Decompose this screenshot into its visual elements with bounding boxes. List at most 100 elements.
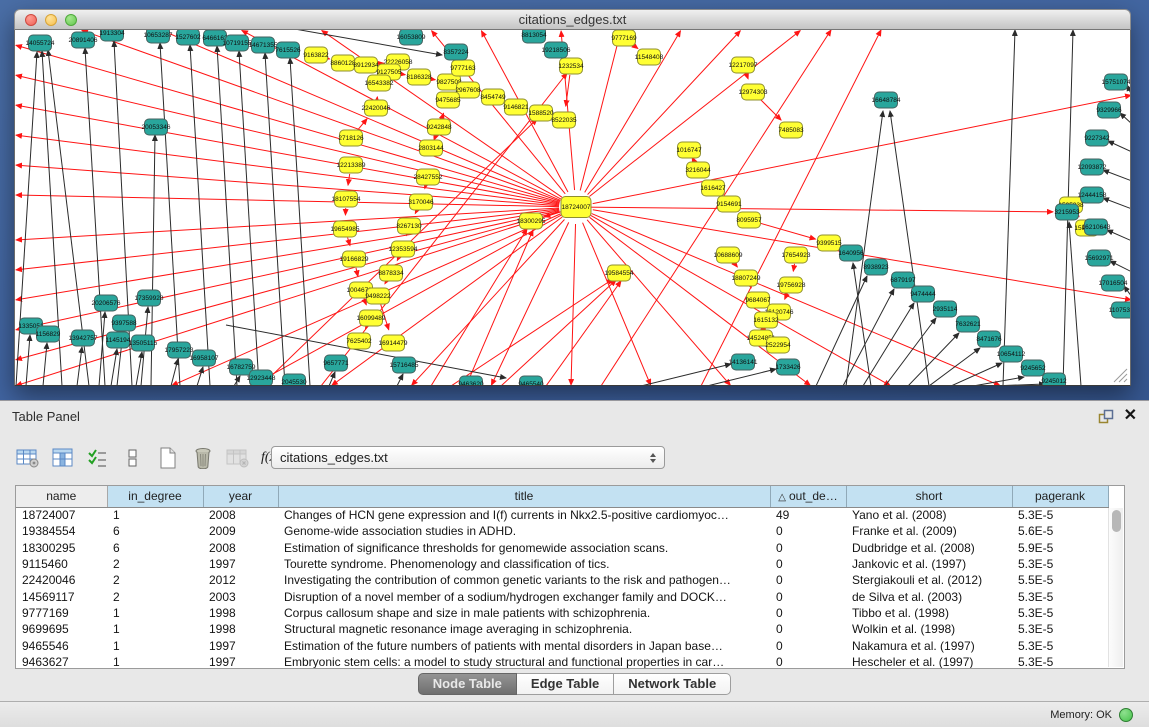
graph-node[interactable]: 1913304 bbox=[99, 30, 125, 41]
graph-node[interactable]: 8471676 bbox=[976, 331, 1002, 347]
trash-icon[interactable] bbox=[189, 444, 217, 472]
graph-node[interactable]: 8878334 bbox=[378, 265, 404, 281]
graph-node[interactable]: 3215953 bbox=[1054, 204, 1080, 220]
graph-node[interactable]: 17359928 bbox=[135, 290, 164, 306]
graph-node[interactable]: 1733426 bbox=[775, 359, 801, 375]
graph-node[interactable]: 18724007 bbox=[561, 197, 591, 218]
graph-node[interactable]: 9154691 bbox=[716, 196, 742, 212]
graph-node[interactable]: 13942757 bbox=[69, 330, 98, 346]
graph-node[interactable]: 12213389 bbox=[337, 157, 366, 173]
graph-node[interactable]: 1527602 bbox=[175, 30, 201, 45]
graph-node[interactable]: 15716485 bbox=[390, 357, 419, 373]
graph-node[interactable]: 12093872 bbox=[1078, 159, 1107, 175]
graph-node[interactable]: 19654985 bbox=[331, 221, 360, 237]
graph-node[interactable]: 13505115 bbox=[129, 335, 158, 351]
graph-node[interactable]: 9474444 bbox=[910, 286, 936, 302]
table-settings-icon[interactable] bbox=[14, 444, 42, 472]
table-scrollbar[interactable] bbox=[1108, 508, 1123, 667]
graph-node[interactable]: 7615526 bbox=[275, 42, 301, 58]
graph-node[interactable]: 18300295 bbox=[517, 213, 546, 229]
graph-node[interactable]: 8357224 bbox=[443, 44, 469, 60]
graph-node[interactable]: 9242848 bbox=[426, 119, 452, 135]
column-header-in-degree[interactable]: in_degree bbox=[107, 486, 203, 507]
graph-node[interactable]: 9245652 bbox=[1020, 360, 1046, 376]
graph-node[interactable]: 9684067 bbox=[745, 292, 771, 308]
graph-node[interactable]: 16543382 bbox=[365, 75, 394, 91]
graph-node[interactable]: 1156829 bbox=[36, 326, 61, 342]
column-header-title[interactable]: title bbox=[278, 486, 770, 507]
table-row[interactable]: 946362711997Embryonic stem cells: a mode… bbox=[16, 654, 1108, 669]
graph-node[interactable]: 12217097 bbox=[729, 57, 758, 73]
graph-node[interactable]: 17654923 bbox=[782, 247, 811, 263]
table-selector-dropdown[interactable]: citations_edges.txt bbox=[271, 446, 665, 469]
table-row[interactable]: 2242004622012Investigating the contribut… bbox=[16, 572, 1108, 588]
graph-node[interactable]: 8912934 bbox=[353, 57, 379, 73]
graph-node[interactable]: 7625402 bbox=[346, 333, 372, 349]
table-row[interactable]: 1456911722003Disruption of a novel membe… bbox=[16, 588, 1108, 604]
graph-node[interactable]: 14136141 bbox=[729, 354, 758, 370]
graph-node[interactable]: 9163822 bbox=[303, 47, 329, 63]
minimize-window-button[interactable] bbox=[45, 14, 57, 26]
graph-node[interactable]: 18807249 bbox=[732, 270, 761, 286]
graph-node[interactable]: 9146821 bbox=[503, 99, 529, 115]
graph-node[interactable]: 9329966 bbox=[1096, 102, 1122, 118]
graph-node[interactable]: 16210643 bbox=[1082, 219, 1111, 235]
graph-node[interactable]: 9475685 bbox=[435, 92, 461, 108]
graph-node[interactable]: 1232534 bbox=[558, 58, 584, 74]
resize-grip-icon[interactable] bbox=[1112, 367, 1128, 383]
graph-node[interactable]: 8522035 bbox=[551, 112, 577, 128]
graph-node[interactable]: 7632621 bbox=[955, 316, 981, 332]
zoom-window-button[interactable] bbox=[65, 14, 77, 26]
graph-node[interactable]: 9397588 bbox=[111, 315, 137, 331]
graph-node[interactable]: 8267130 bbox=[396, 218, 422, 234]
window-titlebar[interactable]: citations_edges.txt bbox=[14, 9, 1131, 30]
graph-node[interactable]: 12974303 bbox=[739, 84, 768, 100]
graph-node[interactable]: 9463620 bbox=[458, 376, 484, 386]
graph-node[interactable]: 2803144 bbox=[418, 140, 444, 156]
column-header-out-de-[interactable]: △out_de… bbox=[770, 486, 846, 507]
tab-node-table[interactable]: Node Table bbox=[418, 673, 517, 695]
network-svg[interactable]: 1872400712213389284275521810755431700461… bbox=[15, 30, 1130, 386]
graph-node[interactable]: 3216044 bbox=[685, 162, 711, 178]
graph-node[interactable]: 2718126 bbox=[338, 130, 364, 146]
graph-node[interactable]: 1016747 bbox=[676, 142, 702, 158]
graph-node[interactable]: 1640956 bbox=[838, 245, 864, 261]
graph-node[interactable]: 20891406 bbox=[69, 32, 98, 48]
table-row[interactable]: 946554611997Estimation of the future num… bbox=[16, 637, 1108, 653]
table-row[interactable]: 1872400712008Changes of HCN gene express… bbox=[16, 507, 1108, 523]
column-header-pagerank[interactable]: pagerank bbox=[1012, 486, 1108, 507]
graph-node[interactable]: 9399515 bbox=[816, 235, 842, 251]
graph-node[interactable]: 12923448 bbox=[247, 370, 276, 386]
graph-node[interactable]: 2522954 bbox=[765, 337, 791, 353]
graph-node[interactable]: 6879197 bbox=[890, 272, 916, 288]
delete-table-icon[interactable] bbox=[224, 444, 252, 472]
graph-node[interactable]: 7485083 bbox=[778, 122, 804, 138]
table-row[interactable]: 977716911998Corpus callosum shape and si… bbox=[16, 605, 1108, 621]
graph-node[interactable]: 18107554 bbox=[332, 191, 361, 207]
graph-node[interactable]: 8095957 bbox=[736, 212, 762, 228]
graph-node[interactable]: 16053809 bbox=[397, 30, 426, 45]
graph-node[interactable]: 17016504 bbox=[1099, 275, 1128, 291]
table-row[interactable]: 1938455462009Genome-wide association stu… bbox=[16, 523, 1108, 539]
column-header-name[interactable]: name bbox=[16, 486, 107, 507]
graph-node[interactable]: 10688609 bbox=[714, 247, 743, 263]
graph-node[interactable]: 19166829 bbox=[340, 251, 369, 267]
select-columns-icon[interactable] bbox=[49, 444, 77, 472]
graph-node[interactable]: 8186328 bbox=[406, 69, 432, 85]
table-row[interactable]: 969969511998Structural magnetic resonanc… bbox=[16, 621, 1108, 637]
graph-node[interactable]: 3170046 bbox=[408, 194, 434, 210]
graph-node[interactable]: 16914479 bbox=[379, 335, 408, 351]
column-header-short[interactable]: short bbox=[846, 486, 1012, 507]
graph-node[interactable]: 11548408 bbox=[635, 49, 664, 65]
graph-node[interactable]: 15692971 bbox=[1085, 250, 1114, 266]
table-row[interactable]: 911546021997Tourette syndrome. Phenomeno… bbox=[16, 556, 1108, 572]
graph-node[interactable]: 20053346 bbox=[142, 119, 171, 135]
float-panel-icon[interactable] bbox=[1098, 409, 1114, 424]
table-scrollbar-thumb[interactable] bbox=[1112, 510, 1121, 532]
row-checks-icon[interactable] bbox=[84, 444, 112, 472]
graph-node[interactable]: 11075358 bbox=[1109, 302, 1130, 318]
table-row[interactable]: 1830029562008Estimation of significance … bbox=[16, 540, 1108, 556]
graph-node[interactable]: 8454749 bbox=[480, 89, 506, 105]
graph-node[interactable]: 1615132 bbox=[753, 312, 779, 328]
graph-node[interactable]: 14055724 bbox=[26, 35, 55, 51]
